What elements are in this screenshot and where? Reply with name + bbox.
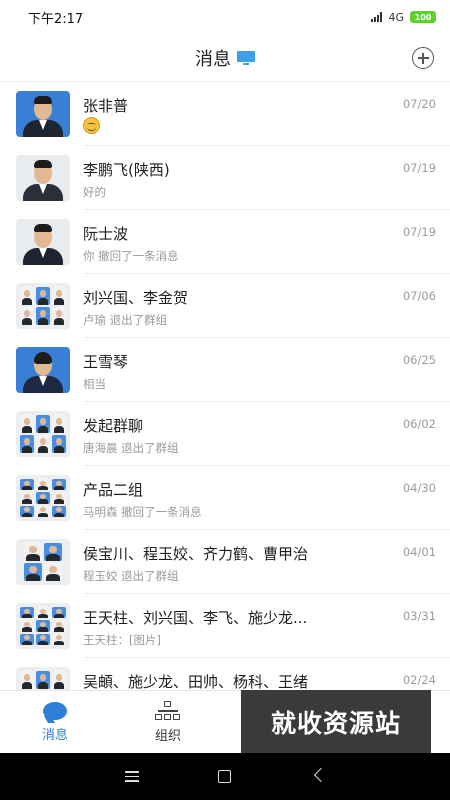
back-icon[interactable] bbox=[313, 767, 329, 783]
conversation-date: 07/06 bbox=[402, 289, 436, 303]
conversation-name: 发起群聊 bbox=[83, 417, 144, 435]
conversation-preview: 卢瑜 退出了群组 bbox=[83, 313, 168, 327]
avatar bbox=[16, 155, 70, 201]
conversation-date: 06/25 bbox=[402, 353, 436, 367]
chat-bubble-icon bbox=[43, 702, 67, 720]
navigation-bar bbox=[0, 753, 450, 800]
conversation-name: 阮士波 bbox=[83, 225, 129, 243]
conversation-item[interactable]: 发起群聊 唐海晨 退出了群组 06/02 bbox=[0, 402, 450, 466]
conversation-preview: 相当 bbox=[83, 377, 106, 391]
group-avatar bbox=[16, 539, 70, 585]
conversation-item[interactable]: 王雪琴 相当 06/25 bbox=[0, 338, 450, 402]
conversation-date: 03/31 bbox=[402, 609, 436, 623]
conversation-item[interactable]: 张非普 07/20 bbox=[0, 82, 450, 146]
conversation-date: 07/19 bbox=[402, 225, 436, 239]
conversation-item[interactable]: 刘兴国、李金贺 卢瑜 退出了群组 07/06 bbox=[0, 274, 450, 338]
conversation-name: 王雪琴 bbox=[83, 353, 129, 371]
tab-messages-label: 消息 bbox=[41, 728, 68, 743]
menu-icon[interactable] bbox=[125, 771, 139, 782]
conversation-name: 侯宝川、程玉姣、齐力鹤、曹甲治 bbox=[83, 545, 309, 563]
grin-emoji-icon bbox=[83, 117, 100, 134]
conversation-name: 李鹏飞(陕西) bbox=[83, 161, 170, 179]
conversation-preview: 程玉姣 退出了群组 bbox=[83, 569, 179, 583]
conversation-preview: 你 撤回了一条消息 bbox=[83, 249, 179, 263]
conversation-list[interactable]: 张非普 07/20 李鹏飞(陕西) 好的 07/19 阮士波 你 撤回了一条消息… bbox=[0, 82, 450, 690]
conversation-date: 07/20 bbox=[402, 97, 436, 111]
tab-messages[interactable]: 消息 bbox=[0, 691, 110, 754]
conversation-preview: 好的 bbox=[83, 185, 106, 199]
conversation-preview: 马明森 撤回了一条消息 bbox=[83, 505, 202, 519]
header: 消息 bbox=[0, 34, 450, 82]
conversation-item[interactable]: 侯宝川、程玉姣、齐力鹤、曹甲治 程玉姣 退出了群组 04/01 bbox=[0, 530, 450, 594]
conversation-item[interactable]: 阮士波 你 撤回了一条消息 07/19 bbox=[0, 210, 450, 274]
avatar bbox=[16, 347, 70, 393]
conversation-preview: 唐海晨 退出了群组 bbox=[83, 441, 179, 455]
conversation-name: 张非普 bbox=[83, 97, 129, 115]
conversation-name: 产品二组 bbox=[83, 481, 144, 499]
conversation-date: 04/01 bbox=[402, 545, 436, 559]
conversation-date: 07/19 bbox=[402, 161, 436, 175]
status-time: 下午2:17 bbox=[28, 11, 84, 27]
group-avatar bbox=[16, 475, 70, 521]
signal-icon bbox=[371, 12, 383, 22]
tab-organization-label: 组织 bbox=[154, 729, 181, 744]
conversation-name: 吴頔、施少龙、田帅、杨科、王绪 bbox=[83, 673, 309, 690]
status-indicators: 4G 100 bbox=[371, 11, 436, 24]
conversation-item[interactable]: 产品二组 马明森 撤回了一条消息 04/30 bbox=[0, 466, 450, 530]
avatar bbox=[16, 219, 70, 265]
page-title: 消息 bbox=[195, 48, 231, 70]
conversation-date: 06/02 bbox=[402, 417, 436, 431]
battery-icon: 100 bbox=[410, 11, 436, 23]
network-type: 4G bbox=[388, 10, 404, 24]
group-avatar bbox=[16, 603, 70, 649]
group-avatar bbox=[16, 667, 70, 690]
status-bar: 下午2:17 4G 100 bbox=[0, 0, 450, 34]
monitor-icon bbox=[237, 50, 255, 65]
conversation-date: 04/30 bbox=[402, 481, 436, 495]
watermark: 就收资源站 bbox=[241, 690, 431, 753]
group-avatar bbox=[16, 283, 70, 329]
group-avatar bbox=[16, 411, 70, 457]
tab-organization[interactable]: 组织 bbox=[113, 691, 223, 754]
conversation-preview: 王天柱：[图片] bbox=[83, 633, 161, 647]
conversation-item[interactable]: 李鹏飞(陕西) 好的 07/19 bbox=[0, 146, 450, 210]
conversation-name: 王天柱、刘兴国、李飞、施少龙... bbox=[83, 609, 308, 627]
avatar bbox=[16, 91, 70, 137]
add-button[interactable] bbox=[412, 47, 434, 69]
org-chart-icon bbox=[155, 701, 181, 721]
conversation-date: 02/24 bbox=[402, 673, 436, 687]
conversation-name: 刘兴国、李金贺 bbox=[83, 289, 189, 307]
home-icon[interactable] bbox=[218, 770, 231, 783]
conversation-item[interactable]: 王天柱、刘兴国、李飞、施少龙... 王天柱：[图片] 03/31 bbox=[0, 594, 450, 658]
conversation-item[interactable]: 吴頔、施少龙、田帅、杨科、王绪 02/24 bbox=[0, 658, 450, 690]
